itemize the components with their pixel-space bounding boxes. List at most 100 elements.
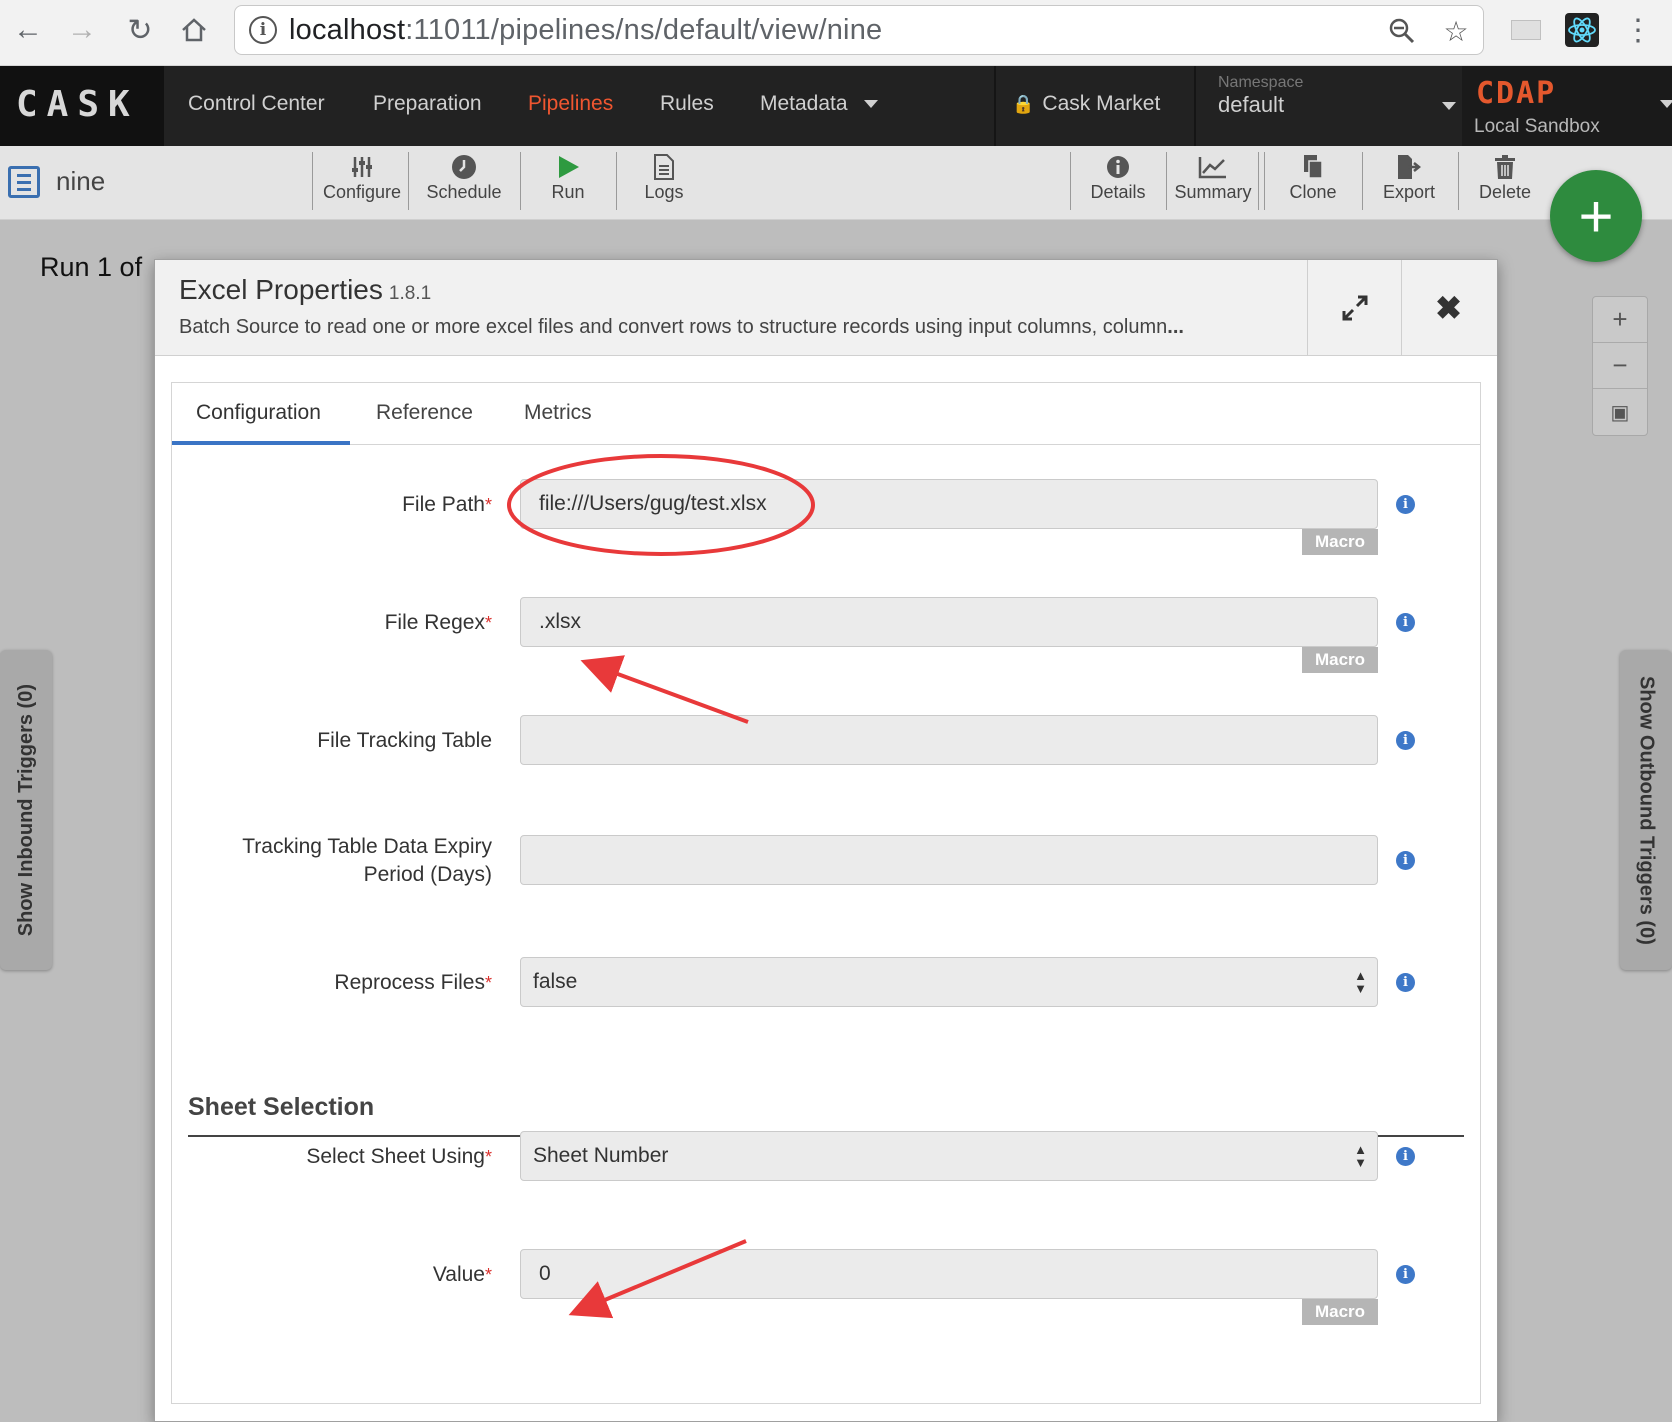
cdap-product-menu[interactable]: CDAP Local Sandbox — [1462, 66, 1672, 146]
required-marker: * — [484, 973, 492, 993]
address-bar[interactable]: i localhost:11011/pipelines/ns/default/v… — [234, 5, 1484, 55]
toolbar-divider — [616, 152, 617, 210]
toolbar-divider — [1264, 152, 1265, 210]
zoom-in-icon[interactable]: + — [1593, 297, 1647, 343]
select-arrows-icon: ▲ ▼ — [1354, 1142, 1367, 1170]
info-icon[interactable]: i — [1396, 613, 1415, 632]
value-input[interactable]: 0 — [520, 1249, 1378, 1299]
cask-logo-block[interactable]: CASK — [0, 66, 164, 146]
delete-label: Delete — [1478, 182, 1532, 202]
select-sheet-using-select[interactable]: Sheet Number ▲ ▼ — [520, 1131, 1378, 1181]
close-icon[interactable]: ✖ — [1401, 260, 1495, 356]
reload-icon[interactable]: ↻ — [118, 8, 162, 52]
url-text[interactable]: localhost:11011/pipelines/ns/default/vie… — [289, 14, 882, 47]
document-icon — [653, 152, 675, 182]
forward-icon[interactable]: → — [60, 8, 104, 52]
cask-logo: CASK — [16, 84, 139, 125]
configure-button[interactable]: Configure — [316, 152, 408, 210]
zoom-icon[interactable] — [1385, 14, 1419, 48]
react-devtools-icon[interactable] — [1562, 10, 1602, 50]
toolbar-divider — [1070, 152, 1071, 210]
fit-to-screen-icon[interactable]: ▣ — [1593, 389, 1647, 435]
summary-button[interactable]: Summary — [1170, 152, 1256, 210]
logs-button[interactable]: Logs — [620, 152, 708, 210]
description-more[interactable]: ... — [1167, 316, 1184, 338]
nav-cask-market[interactable]: 🔒 Cask Market — [1012, 92, 1160, 116]
clone-button[interactable]: Clone — [1268, 152, 1358, 210]
trash-icon — [1494, 152, 1516, 182]
file-path-label-text: File Path — [402, 493, 485, 516]
file-path-input[interactable]: file:///Users/gug/test.xlsx — [520, 479, 1378, 529]
schedule-label: Schedule — [426, 182, 502, 202]
site-info-icon[interactable]: i — [249, 16, 277, 44]
zoom-out-icon[interactable]: − — [1593, 343, 1647, 389]
toolbar-divider — [312, 152, 313, 210]
export-label: Export — [1382, 182, 1436, 202]
delete-button[interactable]: Delete — [1462, 152, 1548, 210]
show-inbound-triggers-tab[interactable]: Show Inbound Triggers (0) — [0, 650, 52, 970]
file-regex-input[interactable]: .xlsx — [520, 597, 1378, 647]
export-icon — [1396, 152, 1422, 182]
select-sheet-using-label: Select Sheet Using* — [192, 1143, 492, 1171]
chart-icon — [1198, 152, 1228, 182]
run-button[interactable]: Run — [524, 152, 612, 210]
chevron-down-icon — [1660, 100, 1672, 108]
namespace-value: default — [1218, 92, 1285, 117]
reprocess-files-select[interactable]: false ▲ ▼ — [520, 957, 1378, 1007]
extension-icon[interactable] — [1506, 10, 1546, 50]
info-icon[interactable]: i — [1396, 1147, 1415, 1166]
file-regex-label: File Regex* — [192, 609, 492, 637]
back-icon[interactable]: ← — [6, 8, 50, 52]
modal-tabs: Configuration Reference Metrics — [172, 383, 1480, 445]
file-tracking-table-input[interactable] — [520, 715, 1378, 765]
clone-label: Clone — [1289, 182, 1337, 202]
macro-button[interactable]: Macro — [1302, 1299, 1378, 1325]
info-icon[interactable]: i — [1396, 1265, 1415, 1284]
nav-preparation[interactable]: Preparation — [373, 92, 482, 116]
macro-button[interactable]: Macro — [1302, 647, 1378, 673]
namespace-label: Namespace — [1218, 74, 1304, 91]
export-button[interactable]: Export — [1366, 152, 1452, 210]
toolbar-divider — [1362, 152, 1363, 210]
expand-icon[interactable] — [1307, 260, 1401, 356]
cdap-logo: CDAP — [1476, 76, 1557, 111]
configuration-panel: Configuration Reference Metrics File Pat… — [171, 382, 1481, 1404]
tab-configuration[interactable]: Configuration — [196, 401, 321, 425]
nav-rules[interactable]: Rules — [660, 92, 714, 116]
details-label: Details — [1090, 182, 1146, 202]
sliders-icon — [350, 152, 374, 182]
nav-pipelines[interactable]: Pipelines — [528, 92, 613, 116]
bookmark-star-icon[interactable]: ☆ — [1439, 14, 1473, 48]
nav-control-center[interactable]: Control Center — [188, 92, 325, 116]
macro-button[interactable]: Macro — [1302, 529, 1378, 555]
toolbar-divider — [1258, 152, 1259, 210]
pipeline-toolbar: nine Configure Schedule Run Logs Details — [0, 146, 1672, 220]
tab-metrics[interactable]: Metrics — [524, 401, 592, 425]
nav-divider — [994, 66, 996, 146]
run-label: Run — [551, 182, 585, 202]
toolbar-divider — [1166, 152, 1167, 210]
plugin-name: Excel Properties — [179, 274, 383, 305]
nav-metadata[interactable]: Metadata — [760, 92, 878, 116]
required-marker: * — [484, 613, 492, 633]
tracking-expiry-label: Tracking Table Data Expiry Period (Days) — [192, 833, 492, 889]
schedule-button[interactable]: Schedule — [412, 152, 516, 210]
info-icon[interactable]: i — [1396, 495, 1415, 514]
outbound-triggers-label: Show Outbound Triggers (0) — [1635, 675, 1658, 945]
inbound-triggers-label: Show Inbound Triggers (0) — [14, 683, 37, 937]
run-info-text: Run 1 of — [40, 252, 143, 282]
tracking-expiry-line2: Period (Days) — [363, 863, 492, 886]
info-icon[interactable]: i — [1396, 851, 1415, 870]
details-button[interactable]: Details — [1074, 152, 1162, 210]
namespace-selector[interactable]: Namespace default — [1212, 66, 1462, 146]
configure-label: Configure — [322, 182, 402, 202]
info-icon[interactable]: i — [1396, 731, 1415, 750]
required-marker: * — [484, 1265, 492, 1285]
home-icon[interactable] — [172, 8, 216, 52]
tab-reference[interactable]: Reference — [376, 401, 473, 425]
show-outbound-triggers-tab[interactable]: Show Outbound Triggers (0) — [1620, 650, 1672, 970]
add-button[interactable]: + — [1550, 170, 1642, 262]
tracking-expiry-input[interactable] — [520, 835, 1378, 885]
menu-kebab-icon[interactable]: ⋮ — [1618, 10, 1658, 50]
info-icon[interactable]: i — [1396, 973, 1415, 992]
